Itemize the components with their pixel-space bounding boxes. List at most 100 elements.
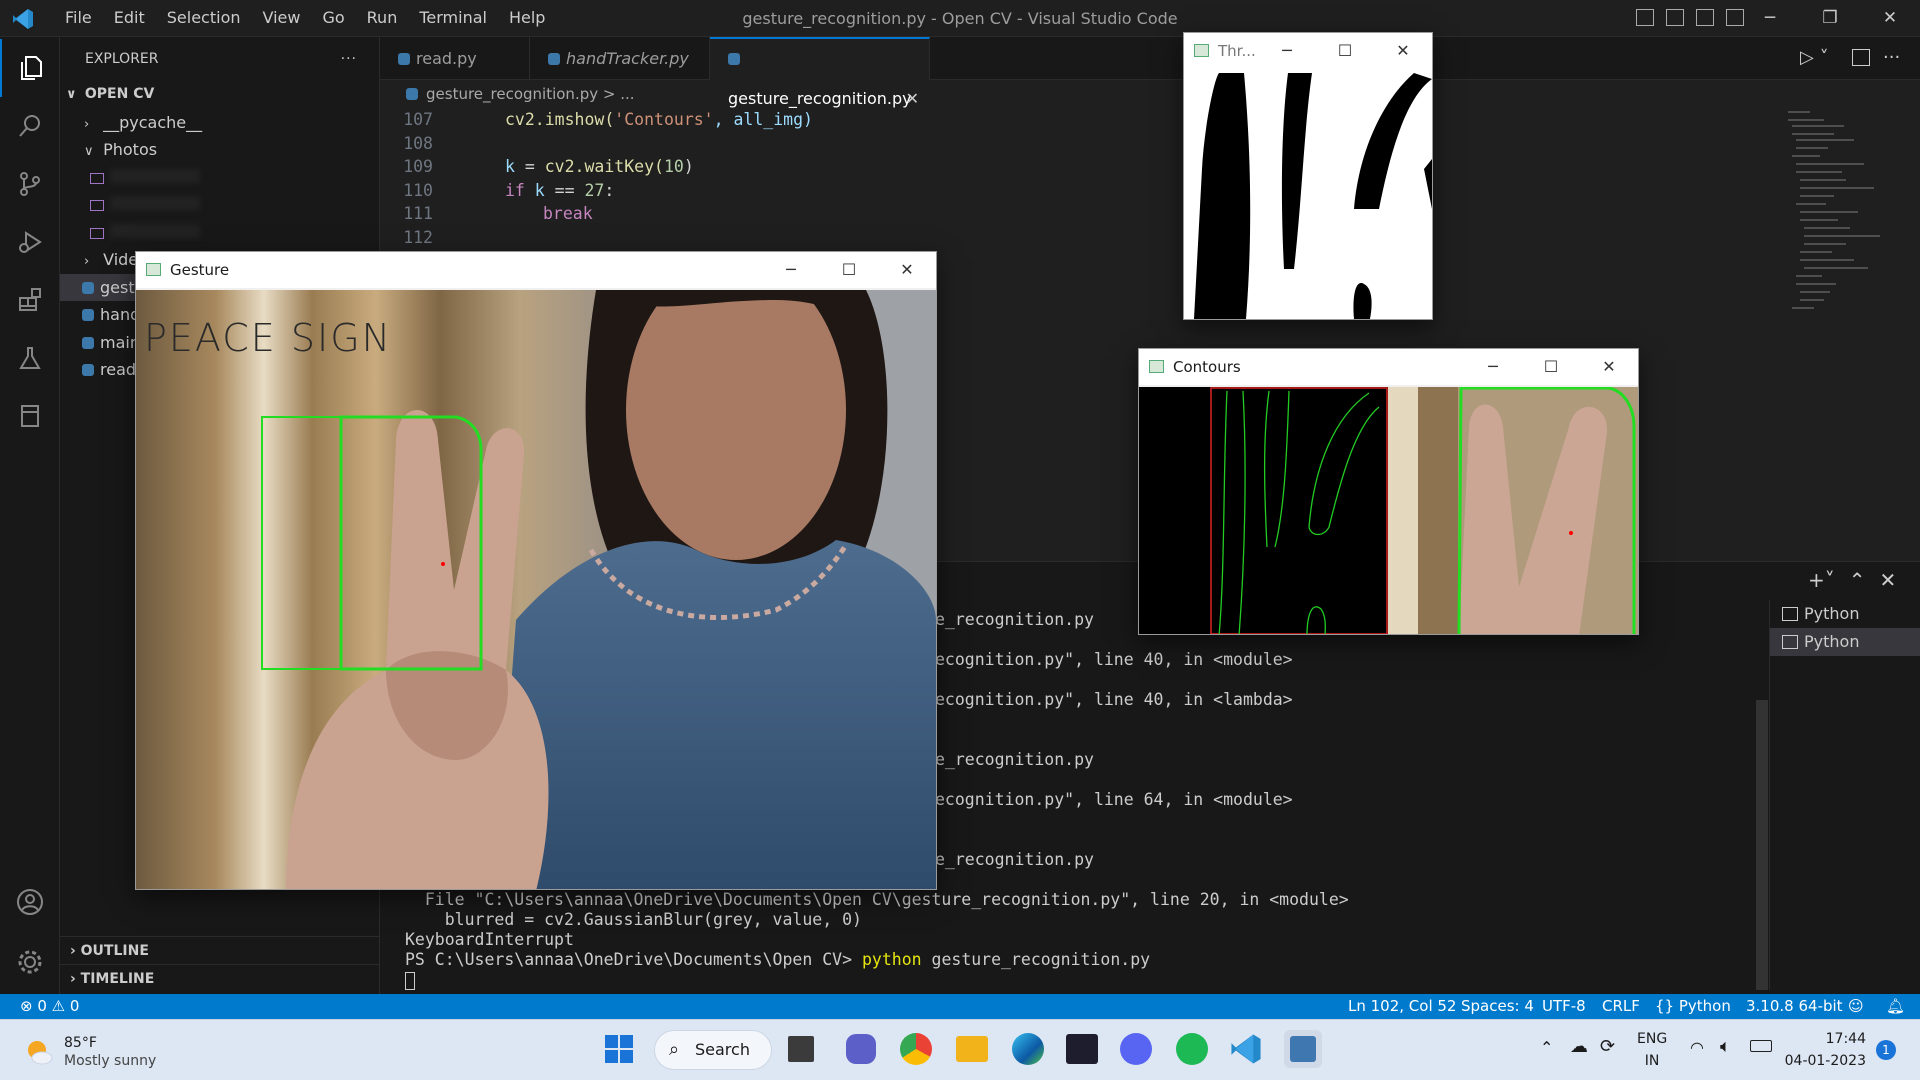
tab-handtracker[interactable]: handTracker.py	[530, 37, 710, 80]
outline-label: OUTLINE	[80, 943, 149, 959]
language-indicator[interactable]: ENG IN	[1637, 1028, 1667, 1072]
python-interpreter[interactable]: 3.10.8 64-bit	[1746, 994, 1843, 1019]
volume-icon[interactable]: 🔈︎	[1720, 1036, 1731, 1057]
terminal-scrollbar[interactable]	[1756, 700, 1768, 990]
code-token: 27	[584, 180, 605, 200]
minimize-icon[interactable]: ─	[762, 252, 820, 288]
outline-section[interactable]: › OUTLINE	[60, 936, 380, 964]
tree-item-photo[interactable]	[60, 164, 379, 192]
maximize-icon[interactable]: ☐	[1522, 349, 1580, 385]
line-ending[interactable]: CRLF	[1602, 994, 1640, 1019]
spotify-icon[interactable]	[1176, 1033, 1208, 1065]
language-mode[interactable]: {} Python	[1655, 994, 1731, 1019]
tray-overflow-icon[interactable]: ⌃	[1540, 1038, 1553, 1057]
code-token: k	[524, 180, 545, 200]
taskbar-search[interactable]: ⌕ Search	[654, 1030, 772, 1070]
close-icon[interactable]: ✕	[878, 252, 936, 288]
accounts-icon[interactable]	[0, 873, 60, 931]
python-file-icon	[82, 281, 94, 294]
terminal-line: blurred = cv2.GaussianBlur(grey, value, …	[405, 910, 862, 929]
bell-icon[interactable]: 🔔︎	[1886, 994, 1905, 1019]
minimap[interactable]	[1784, 108, 1920, 338]
vscode-taskbar-icon[interactable]	[1230, 1033, 1264, 1067]
notification-badge[interactable]: 1	[1876, 1040, 1896, 1060]
split-editor-icon[interactable]	[1852, 49, 1870, 66]
python-app-icon[interactable]	[1284, 1030, 1322, 1068]
gear-icon[interactable]	[0, 933, 60, 991]
tree-item-photos[interactable]: ∨ Photos	[60, 136, 379, 164]
tree-item-label: __pycache__	[103, 112, 203, 132]
code-token: if	[505, 180, 525, 200]
remote-explorer-icon[interactable]	[0, 387, 60, 445]
teams-chat-icon[interactable]	[846, 1034, 876, 1064]
terminal-session-label: Python	[1804, 632, 1860, 651]
tab-read[interactable]: read.py	[380, 37, 530, 80]
task-view-icon[interactable]	[788, 1036, 814, 1062]
tree-item-photo[interactable]	[60, 219, 379, 247]
explorer-icon[interactable]	[0, 39, 60, 97]
sync-icon[interactable]: ⟳	[1600, 1036, 1615, 1057]
edge-icon[interactable]	[1012, 1033, 1044, 1065]
code-line: 111 break	[380, 202, 1780, 226]
toggle-secondary-sidebar-icon[interactable]	[1696, 9, 1714, 26]
more-actions-icon[interactable]: ···	[341, 37, 357, 81]
code-editor[interactable]: 107 cv2.imshow('Contours', all_img) 108 1…	[380, 108, 1780, 249]
file-explorer-icon[interactable]	[956, 1036, 988, 1062]
threshold-window-titlebar[interactable]: Thr... ─ ☐ ✕	[1184, 33, 1432, 69]
onedrive-icon[interactable]: ☁	[1570, 1036, 1588, 1057]
timeline-section[interactable]: › TIMELINE	[60, 964, 380, 992]
run-python-icon[interactable]: ▷ ˅	[1800, 47, 1829, 68]
tab-gesture-recognition[interactable]: gesture_recognition.py ✕	[710, 37, 930, 108]
restore-icon[interactable]: ❐	[1800, 0, 1860, 37]
redacted-filename	[110, 223, 200, 238]
terminal-session[interactable]: Python	[1770, 628, 1920, 656]
close-panel-icon[interactable]: ✕	[1880, 568, 1897, 592]
maximize-panel-icon[interactable]: ⌃	[1849, 568, 1866, 592]
close-icon[interactable]: ✕	[1580, 349, 1638, 385]
encoding[interactable]: UTF-8	[1542, 994, 1586, 1019]
toggle-sidebar-icon[interactable]	[1636, 9, 1654, 26]
feedback-icon[interactable]: ☺	[1848, 994, 1864, 1019]
source-control-icon[interactable]	[0, 155, 60, 213]
weather-widget[interactable]: 85°F Mostly sunny	[24, 1034, 156, 1070]
panel-toolbar: +˅ ⌃ ✕	[1808, 568, 1896, 592]
python-file-icon	[728, 53, 740, 65]
cursor-position[interactable]: Ln 102, Col 52	[1348, 994, 1456, 1019]
minimize-icon[interactable]: ─	[1258, 33, 1316, 69]
gesture-window-titlebar[interactable]: Gesture ─ ☐ ✕	[136, 252, 936, 288]
terminal-session[interactable]: Python	[1770, 600, 1920, 628]
wifi-icon[interactable]: ◠	[1690, 1038, 1704, 1057]
more-actions-icon[interactable]: ···	[1883, 47, 1900, 68]
run-debug-icon[interactable]	[0, 213, 60, 271]
start-icon[interactable]	[602, 1032, 636, 1066]
minimize-icon[interactable]: ─	[1464, 349, 1522, 385]
breadcrumb-path[interactable]: gesture_recognition.py > ...	[426, 85, 635, 103]
tree-item-label: gest	[100, 277, 135, 297]
search-icon[interactable]	[0, 97, 60, 155]
folder-open-cv[interactable]: ∨ OPEN CV	[60, 81, 379, 109]
search-label: Search	[695, 1040, 750, 1059]
clock[interactable]: 17:44 04-01-2023	[1785, 1028, 1866, 1072]
close-icon[interactable]: ✕	[1860, 0, 1920, 37]
chrome-icon[interactable]	[900, 1033, 932, 1065]
toggle-panel-icon[interactable]	[1666, 9, 1684, 26]
discord-icon[interactable]	[1120, 1033, 1152, 1065]
contours-window-titlebar[interactable]: Contours ─ ☐ ✕	[1139, 349, 1638, 385]
code-line: 112	[380, 226, 1780, 250]
mysql-icon[interactable]	[1066, 1034, 1098, 1064]
indentation[interactable]: Spaces: 4	[1461, 994, 1534, 1019]
tree-item-pycache[interactable]: › __pycache__	[60, 109, 379, 137]
new-terminal-icon[interactable]: +˅	[1808, 568, 1835, 592]
extensions-icon[interactable]	[0, 271, 60, 329]
battery-icon[interactable]	[1750, 1040, 1772, 1052]
testing-icon[interactable]	[0, 329, 60, 387]
problems-indicator[interactable]: ⊗ 0 ⚠ 0	[20, 994, 79, 1019]
minimize-icon[interactable]: ─	[1740, 0, 1800, 37]
maximize-icon[interactable]: ☐	[820, 252, 878, 288]
opencv-window-icon	[146, 263, 161, 276]
time: 17:44	[1825, 1031, 1866, 1047]
maximize-icon[interactable]: ☐	[1316, 33, 1374, 69]
opencv-window-icon	[1149, 360, 1164, 373]
tree-item-photo[interactable]	[60, 191, 379, 219]
close-icon[interactable]: ✕	[1374, 33, 1432, 69]
